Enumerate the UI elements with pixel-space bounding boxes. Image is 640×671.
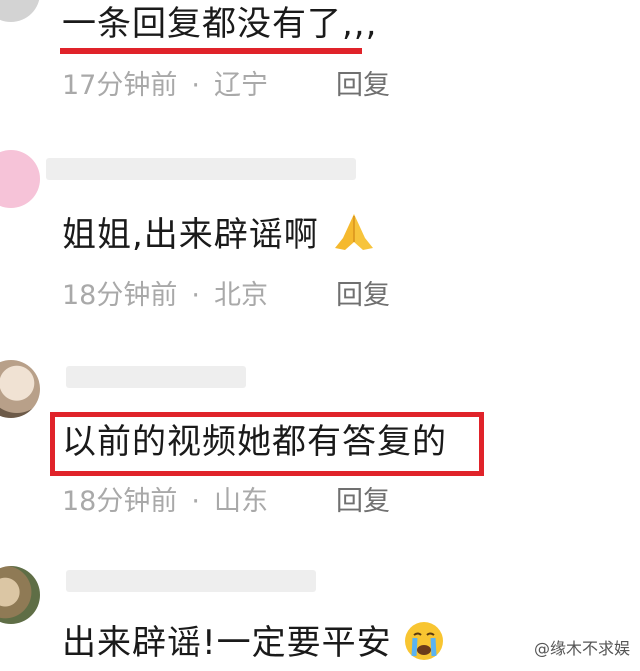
separator-dot: ·: [191, 486, 200, 517]
blurred-username: [66, 366, 246, 388]
highlight-underline: [60, 48, 362, 54]
comment-time: 17分钟前: [62, 70, 178, 101]
commenter-avatar[interactable]: [0, 0, 40, 22]
comment-location: 北京: [213, 280, 268, 311]
comment-time: 18分钟前: [62, 280, 178, 311]
comment-text: 以前的视频她都有答复的: [62, 422, 447, 462]
pray-emoji-icon: [334, 214, 373, 250]
commenter-avatar[interactable]: [0, 566, 40, 624]
comment-text: 出来辟谣!一定要平安: [62, 620, 445, 665]
comment-meta: 18分钟前 · 北京 回复: [62, 278, 390, 314]
comment-meta: 18分钟前 · 山东 回复: [62, 484, 390, 520]
blurred-username: [66, 570, 316, 592]
comment-text-content: 出来辟谣!一定要平安: [62, 623, 392, 663]
separator-dot: ·: [191, 70, 200, 101]
blurred-username: [46, 158, 356, 180]
comment-text-content: 姐姐,出来辟谣啊: [62, 215, 319, 255]
crying-face-emoji-icon: [405, 622, 444, 660]
comment-text: 姐姐,出来辟谣啊: [62, 212, 377, 257]
reply-button[interactable]: 回复: [336, 68, 390, 104]
comment-location: 山东: [213, 486, 268, 517]
reply-button[interactable]: 回复: [336, 278, 390, 314]
watermark: @缘木不求娱: [533, 639, 630, 658]
commenter-avatar[interactable]: [0, 150, 40, 208]
comment-location: 辽宁: [213, 70, 268, 101]
separator-dot: ·: [191, 280, 200, 311]
comment-meta: 17分钟前 · 辽宁 回复: [62, 68, 390, 104]
reply-button[interactable]: 回复: [336, 484, 390, 520]
comment-text: 一条回复都没有了,,,: [62, 4, 378, 44]
comment-time: 18分钟前: [62, 486, 178, 517]
commenter-avatar[interactable]: [0, 360, 40, 418]
